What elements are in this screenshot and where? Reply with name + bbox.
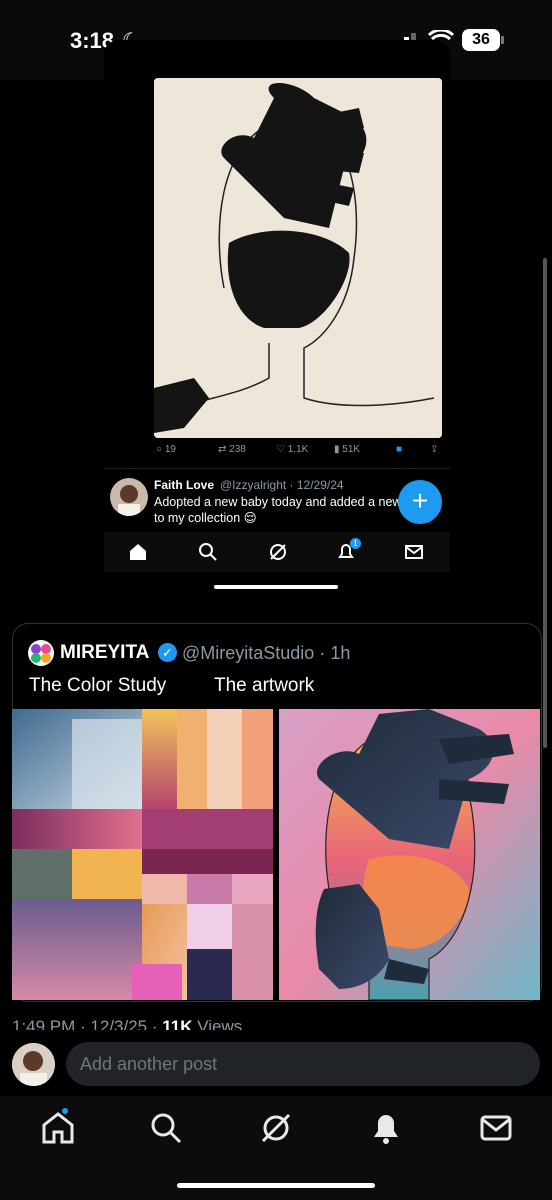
quoted-author-name[interactable]: MIREYITA: [60, 642, 149, 664]
home-icon[interactable]: [38, 1108, 78, 1148]
messages-icon[interactable]: [476, 1108, 516, 1148]
avatar[interactable]: [28, 640, 54, 666]
quoted-author-handle[interactable]: @MireyitaStudio · 1h: [182, 643, 350, 664]
post-author-handle[interactable]: @Izzyalright · 12/29/24: [220, 478, 344, 492]
view-count: 51K: [342, 444, 361, 455]
messages-icon[interactable]: [404, 542, 424, 562]
home-icon[interactable]: [128, 542, 148, 562]
search-icon[interactable]: [198, 542, 218, 562]
scrollbar[interactable]: [543, 258, 547, 748]
bookmark-icon[interactable]: ■: [396, 444, 402, 455]
home-indicator: [177, 1183, 375, 1188]
embedded-home-indicator: [214, 585, 338, 589]
battery-tip: [501, 36, 504, 44]
grok-icon[interactable]: [256, 1108, 296, 1148]
notifications-icon[interactable]: [366, 1108, 406, 1148]
caption-artwork: The artwork: [214, 675, 315, 696]
notification-badge: 1: [350, 538, 361, 549]
post-author-name[interactable]: Faith Love: [154, 478, 214, 492]
add-post-input[interactable]: [66, 1042, 540, 1086]
views-action[interactable]: ▮ 51K: [334, 444, 360, 455]
post-actions-bar: ○ 19 ⇄ 238 ♡ 1.1K ▮ 51K ■ ⇪: [154, 444, 442, 462]
user-avatar[interactable]: [12, 1043, 55, 1086]
share-icon[interactable]: ⇪: [430, 444, 438, 455]
avatar[interactable]: [110, 478, 148, 516]
home-unread-dot: [62, 1108, 68, 1114]
color-study-image[interactable]: [12, 709, 273, 1000]
post-text: Adopted a new baby today and added a new…: [154, 495, 402, 525]
embedded-tab-bar: 1: [104, 532, 450, 572]
artwork-image-color[interactable]: [279, 709, 540, 1000]
compose-button[interactable]: +: [398, 480, 442, 524]
verified-badge-icon: ✓: [158, 643, 177, 662]
reply-count: 19: [164, 444, 176, 455]
reply-action[interactable]: ○ 19: [156, 444, 176, 455]
repost-count: 238: [229, 444, 246, 455]
like-action[interactable]: ♡ 1.1K: [276, 444, 308, 455]
repost-action[interactable]: ⇄ 238: [218, 444, 246, 455]
grok-icon[interactable]: [268, 542, 288, 562]
battery-indicator: 36: [462, 29, 500, 51]
like-count: 1.1K: [287, 444, 309, 455]
search-icon[interactable]: [146, 1108, 186, 1148]
artwork-image-lineart[interactable]: [154, 78, 442, 438]
caption-color-study: The Color Study: [29, 675, 167, 696]
